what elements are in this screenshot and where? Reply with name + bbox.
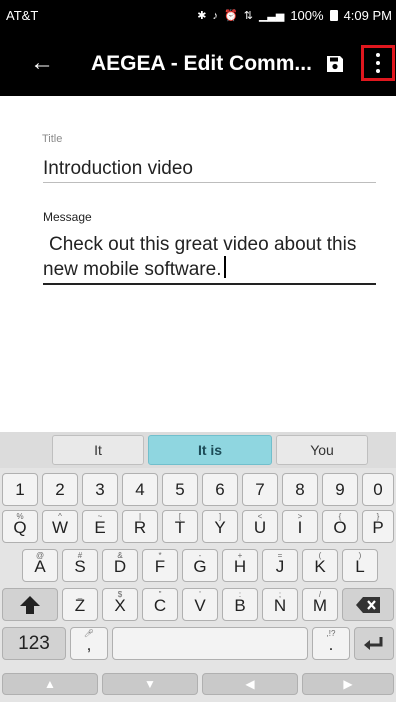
punctuation-key[interactable]: ,!? .	[312, 627, 350, 660]
suggestion-bar: It It is You	[0, 432, 396, 468]
message-text: Check out this great video about this ne…	[43, 234, 357, 280]
key-j[interactable]: = J	[262, 549, 298, 582]
key-k[interactable]: (K	[302, 549, 338, 582]
key-o[interactable]: {O	[322, 510, 358, 543]
key-r[interactable]: | R	[122, 510, 158, 543]
key-y[interactable]: ] Y	[202, 510, 238, 543]
nav-up-icon: ▲	[44, 677, 56, 691]
key-x[interactable]: $ X	[102, 588, 138, 621]
key-n[interactable]: ; N	[262, 588, 298, 621]
key-5[interactable]: 5	[162, 473, 198, 506]
key-4[interactable]: 4	[122, 473, 158, 506]
carrier-label: AT&T	[6, 8, 39, 23]
status-icons: ✱ ♪ ⏰ ⇅ ▁▃▅ 100% 4:09 PM	[197, 8, 392, 23]
title-field[interactable]: Introduction video	[43, 158, 193, 180]
key-l[interactable]: ) L	[342, 549, 378, 582]
arrow-left-icon[interactable]: ←	[30, 48, 54, 78]
symbols-key[interactable]: 123	[2, 627, 66, 660]
enter-key[interactable]	[354, 627, 394, 660]
message-underline	[43, 283, 376, 285]
key-m[interactable]: / M	[302, 588, 338, 621]
key-p[interactable]: } P	[362, 510, 394, 543]
more-options-button[interactable]	[361, 45, 395, 81]
mic-icon: 🎤︎	[83, 629, 95, 638]
key-v[interactable]: ' V	[182, 588, 218, 621]
key-g[interactable]: -G	[182, 549, 218, 582]
space-key[interactable]	[112, 627, 308, 660]
shift-arrow-icon	[20, 595, 40, 614]
suggestion-1[interactable]: It	[52, 435, 144, 465]
data-icon: ⇅	[243, 10, 253, 22]
key-e[interactable]: ~ E	[82, 510, 118, 543]
key-w[interactable]: ^ W	[42, 510, 78, 543]
message-field[interactable]: Check out this great video about this ne…	[43, 234, 381, 281]
key-s[interactable]: # S	[62, 549, 98, 582]
edit-form: Title Introduction video Message Check o…	[0, 96, 396, 432]
key-7[interactable]: 7	[242, 473, 278, 506]
text-cursor	[224, 256, 227, 278]
battery-percent: 100%	[290, 8, 324, 23]
title-underline	[43, 182, 376, 183]
title-label: Title	[42, 133, 63, 145]
key-3[interactable]: 3	[82, 473, 118, 506]
backspace-key[interactable]	[342, 588, 394, 621]
message-label: Message	[43, 210, 92, 224]
nav-right-icon: ▶	[343, 677, 353, 691]
bluetooth-icon: ✱	[197, 10, 207, 22]
key-6[interactable]: 6	[202, 473, 238, 506]
battery-icon	[329, 10, 338, 21]
key-0[interactable]: 0	[362, 473, 394, 506]
key-z[interactable]: _ Z	[62, 588, 98, 621]
nav-right-key[interactable]: ▶	[302, 673, 394, 695]
nav-down-icon: ▼	[144, 677, 156, 691]
key-c[interactable]: " C	[142, 588, 178, 621]
suggestion-3[interactable]: You	[276, 435, 368, 465]
suggestion-2[interactable]: It is	[148, 435, 272, 465]
key-b[interactable]: :B	[222, 588, 258, 621]
mute-icon: ♪	[212, 9, 219, 22]
mic-comma-key[interactable]: 🎤︎ ,	[70, 627, 108, 660]
shift-key[interactable]	[2, 588, 58, 621]
nav-up-key[interactable]: ▲	[2, 673, 98, 695]
nav-left-icon: ◀	[245, 677, 255, 691]
key-d[interactable]: & D	[102, 549, 138, 582]
key-9[interactable]: 9	[322, 473, 358, 506]
keyboard: It It is You 1 2 3 4 5 6 7 8 9 0 % Q ^ W ~…	[0, 432, 396, 702]
status-bar: AT&T ✱ ♪ ⏰ ⇅ ▁▃▅ 100% 4:09 PM	[0, 0, 396, 30]
save-icon[interactable]	[325, 54, 345, 74]
key-i[interactable]: > I	[282, 510, 318, 543]
key-h[interactable]: + H	[222, 549, 258, 582]
more-vert-icon	[376, 53, 380, 73]
key-f[interactable]: * F	[142, 549, 178, 582]
nav-left-key[interactable]: ◀	[202, 673, 298, 695]
key-t[interactable]: [T	[162, 510, 198, 543]
app-bar: ← AEGEA - Edit Comm...	[0, 30, 396, 96]
signal-icon: ▁▃▅	[258, 10, 285, 22]
nav-down-key[interactable]: ▼	[102, 673, 198, 695]
key-8[interactable]: 8	[282, 473, 318, 506]
page-title: AEGEA - Edit Comm...	[91, 52, 312, 75]
alarm-icon: ⏰	[224, 10, 238, 22]
key-a[interactable]: @ A	[22, 549, 58, 582]
clock: 4:09 PM	[343, 8, 392, 23]
key-1[interactable]: 1	[2, 473, 38, 506]
backspace-icon	[356, 596, 380, 613]
enter-icon	[364, 636, 383, 650]
key-q[interactable]: % Q	[2, 510, 38, 543]
key-u[interactable]: < U	[242, 510, 278, 543]
key-2[interactable]: 2	[42, 473, 78, 506]
